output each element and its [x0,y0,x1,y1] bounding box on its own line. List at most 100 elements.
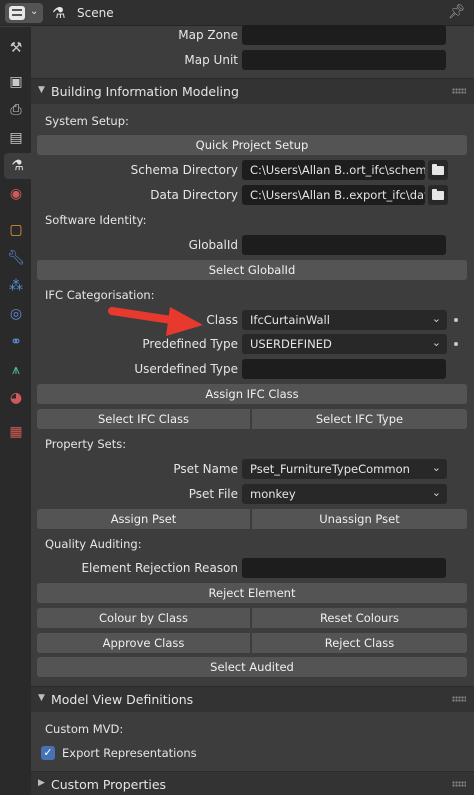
colour-by-class-button[interactable]: Colour by Class [37,608,251,628]
folder-browse-button[interactable] [428,160,448,180]
world-icon[interactable]: ◉ [4,181,28,207]
render-icon[interactable]: ▣ [4,69,28,95]
export-representations-checkbox[interactable]: ✓ [41,746,55,760]
chevron-down-icon: ⌄ [431,312,441,325]
rejection-reason-row: Element Rejection Reason [31,557,468,579]
class-dropdown[interactable]: IfcCurtainWall ⌄ [242,310,447,330]
texture-icon[interactable]: ▦ [4,419,28,445]
particles-icon[interactable]: ⁂ [4,273,28,299]
custom-mvd-heading: Custom MVD: [45,722,124,736]
pset-name-label: Pset Name [173,462,238,476]
folder-browse-button[interactable] [428,185,448,205]
expand-triangle-icon: ▶ [38,778,45,788]
object-icon[interactable]: ▢ [4,217,28,243]
pset-name-dropdown[interactable]: Pset_FurnitureTypeCommon ⌄ [242,459,447,479]
reject-class-button[interactable]: Reject Class [252,633,467,653]
software-identity-heading: Software Identity: [45,213,147,227]
bim-panel-title: Building Information Modeling [51,84,239,99]
pset-file-row: Pset File monkey ⌄ [31,483,468,505]
animate-property-dot[interactable] [454,318,458,322]
properties-editor-icon [9,6,25,20]
chevron-down-icon: ⌄ [30,6,39,17]
predefined-type-label: Predefined Type [142,337,238,351]
drag-grip-icon[interactable] [452,696,466,702]
class-value: IfcCurtainWall [250,313,330,327]
select-ifc-type-button[interactable]: Select IFC Type [252,409,467,429]
collapse-triangle-icon: ▼ [38,85,45,95]
bim-panel-header[interactable]: ▼ Building Information Modeling [31,78,474,104]
mvd-panel-header[interactable]: ▼ Model View Definitions [31,686,474,712]
rejection-reason-field[interactable] [242,558,446,578]
userdefined-type-label: Userdefined Type [134,362,238,376]
chevron-down-icon: ⌄ [431,486,441,499]
folder-icon [432,188,444,200]
schema-directory-field[interactable]: C:\Users\Allan B..ort_ifc\schema/ [242,160,425,180]
globalid-label: GlobalId [188,238,238,252]
context-title: Scene [77,6,114,20]
rejection-reason-label: Element Rejection Reason [81,561,238,575]
export-representations-label: Export Representations [62,746,197,760]
predefined-type-value: USERDEFINED [250,337,332,351]
pset-file-label: Pset File [188,487,238,501]
physics-icon[interactable]: ◎ [4,301,28,327]
tool-icon[interactable]: ⚒ [4,35,28,61]
assign-ifc-class-button[interactable]: Assign IFC Class [37,384,467,404]
animate-property-dot[interactable] [454,342,458,346]
userdefined-type-field[interactable] [242,359,446,379]
map-unit-field[interactable] [242,50,446,70]
select-ifc-class-button[interactable]: Select IFC Class [37,409,251,429]
editor-type-dropdown[interactable]: ⌄ [5,3,43,23]
select-audited-button[interactable]: Select Audited [37,657,467,677]
select-globalid-button[interactable]: Select GlobalId [37,260,467,280]
globalid-field[interactable] [242,235,446,255]
pin-icon[interactable]: 📌︎ [448,4,466,20]
map-unit-label: Map Unit [184,53,238,67]
ifc-categorisation-heading: IFC Categorisation: [45,288,155,302]
data-directory-field[interactable]: C:\Users\Allan B..export_ifc\data/ [242,185,425,205]
data-directory-label: Data Directory [150,188,238,202]
userdefined-type-row: Userdefined Type [31,358,468,380]
assign-pset-button[interactable]: Assign Pset [37,509,251,529]
scene-icon[interactable]: ⚗ [4,153,31,179]
approve-class-button[interactable]: Approve Class [37,633,251,653]
mvd-panel-title: Model View Definitions [51,692,194,707]
map-unit-row: Map Unit [31,49,468,71]
custom-properties-panel-header[interactable]: ▶ Custom Properties [31,771,474,795]
reject-element-button[interactable]: Reject Element [37,583,467,603]
properties-main: Map Zone Map Unit ▼ Building Information… [31,24,474,795]
unassign-pset-button[interactable]: Unassign Pset [252,509,467,529]
properties-header: ⌄ ⚗ Scene 📌︎ [0,0,474,26]
folder-icon [432,163,444,175]
system-setup-heading: System Setup: [45,114,129,128]
quick-project-setup-button[interactable]: Quick Project Setup [37,135,467,155]
constraints-icon[interactable]: ⚭ [4,329,28,355]
chevron-down-icon: ⌄ [431,461,441,474]
output-icon[interactable]: ⎙ [4,97,28,123]
data-icon[interactable]: ⩚ [4,357,28,383]
view-layer-icon[interactable]: ▤ [4,125,28,151]
modifier-icon[interactable]: 🔧︎ [4,245,28,271]
map-zone-field[interactable] [242,25,446,45]
chevron-down-icon: ⌄ [431,336,441,349]
predefined-type-row: Predefined Type USERDEFINED ⌄ [31,333,468,355]
globalid-row: GlobalId [31,234,468,256]
predefined-type-dropdown[interactable]: USERDEFINED ⌄ [242,334,447,354]
reset-colours-button[interactable]: Reset Colours [252,608,467,628]
class-row: Class IfcCurtainWall ⌄ [31,309,468,331]
property-sets-heading: Property Sets: [45,437,127,451]
pset-file-dropdown[interactable]: monkey ⌄ [242,484,447,504]
pset-name-value: Pset_FurnitureTypeCommon [250,462,410,476]
data-directory-row: Data Directory C:\Users\Allan B..export_… [31,184,468,206]
pset-name-row: Pset Name Pset_FurnitureTypeCommon ⌄ [31,458,468,480]
pset-file-value: monkey [250,487,296,501]
schema-directory-label: Schema Directory [130,163,238,177]
drag-grip-icon[interactable] [452,781,466,787]
material-icon[interactable]: ◕ [4,385,28,411]
quality-auditing-heading: Quality Auditing: [45,537,142,551]
map-zone-row: Map Zone [31,24,468,46]
class-label: Class [206,313,238,327]
scene-context-icon: ⚗ [52,4,66,22]
schema-directory-row: Schema Directory C:\Users\Allan B..ort_i… [31,159,468,181]
collapse-triangle-icon: ▼ [38,693,45,703]
drag-grip-icon[interactable] [452,88,466,94]
